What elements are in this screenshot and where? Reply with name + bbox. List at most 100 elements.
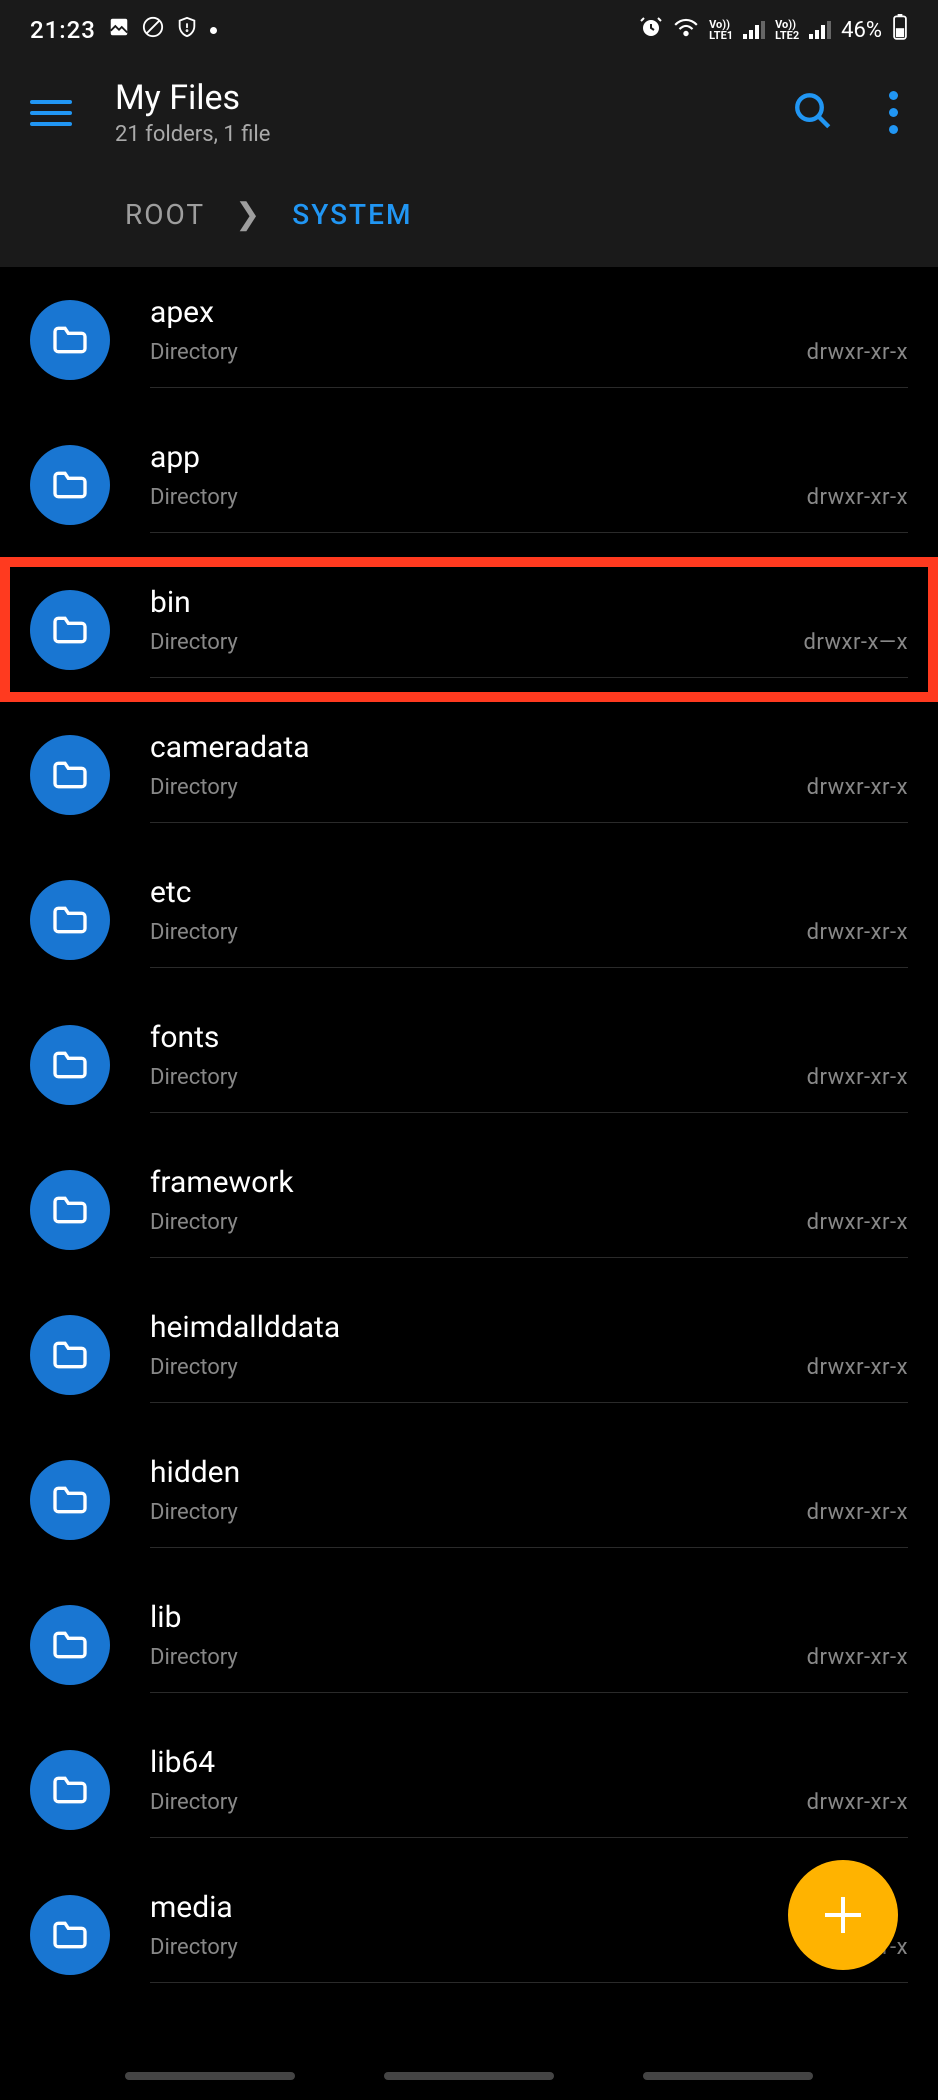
file-name: framework (150, 1165, 294, 1200)
file-info: bin Directory drwxr-x—x (150, 581, 908, 678)
folder-icon (30, 1605, 110, 1685)
dnd-icon (142, 16, 164, 44)
file-permissions: drwxr-xr-x (807, 1355, 908, 1380)
file-name: fonts (150, 1020, 219, 1055)
file-permissions: drwxr-xr-x (807, 340, 908, 365)
file-info: apex Directory drwxr-xr-x (150, 291, 908, 388)
file-info: lib64Directorydrwxr-xr-x (150, 1741, 908, 1838)
signal-icon (809, 21, 831, 39)
file-info: fonts Directory drwxr-xr-x (150, 1016, 908, 1113)
status-bar: 21:23 Vo))LTE1 Vo))LTE2 46% (0, 0, 938, 60)
page-subtitle: 21 folders, 1 file (115, 122, 792, 147)
folder-icon (30, 1170, 110, 1250)
breadcrumb: ROOT ❯ SYSTEM (0, 167, 938, 267)
signal-icon (743, 21, 765, 39)
list-item[interactable]: framework Directory drwxr-xr-x (0, 1137, 938, 1282)
search-icon[interactable] (792, 90, 834, 136)
chevron-right-icon: ❯ (235, 197, 262, 232)
file-permissions: drwxr-xr-x (807, 485, 908, 510)
list-item[interactable]: lib Directory drwxr-xr-x (0, 1572, 938, 1717)
file-name: lib (150, 1600, 181, 1635)
list-item[interactable]: cameradata Directory drwxr-xr-x (0, 702, 938, 847)
file-info: hidden Directory drwxr-xr-x (150, 1451, 908, 1548)
shield-icon (176, 16, 198, 44)
file-type: Directory (150, 920, 238, 945)
page-title: My Files (115, 78, 792, 118)
add-button[interactable] (788, 1860, 898, 1970)
file-name: app (150, 440, 200, 475)
menu-icon[interactable] (30, 88, 80, 138)
lte1-indicator: Vo))LTE1 (709, 19, 733, 41)
list-item[interactable]: etc Directory drwxr-xr-x (0, 847, 938, 992)
file-name: media (150, 1890, 233, 1925)
file-info: etc Directory drwxr-xr-x (150, 871, 908, 968)
list-item[interactable]: apex Directory drwxr-xr-x (0, 267, 938, 412)
list-item[interactable]: hidden Directory drwxr-xr-x (0, 1427, 938, 1572)
folder-icon (30, 1460, 110, 1540)
file-info: app Directory drwxr-xr-x (150, 436, 908, 533)
folder-icon (30, 590, 110, 670)
battery-percent: 46% (841, 18, 882, 43)
list-item[interactable]: fonts Directory drwxr-xr-x (0, 992, 938, 1137)
status-right: Vo))LTE1 Vo))LTE2 46% (639, 14, 908, 46)
list-item[interactable]: heimdallddata Directory drwxr-xr-x (0, 1282, 938, 1427)
notification-dot-icon (210, 27, 217, 34)
file-type: Directory (150, 485, 238, 510)
folder-icon (30, 1750, 110, 1830)
file-type: Directory (150, 1500, 238, 1525)
file-type: Directory (150, 1645, 238, 1670)
folder-icon (30, 735, 110, 815)
file-permissions: drwxr-xr-x (807, 1645, 908, 1670)
list-item[interactable]: lib64Directorydrwxr-xr-x (0, 1717, 938, 1862)
file-name: apex (150, 295, 214, 330)
header-titles: My Files 21 folders, 1 file (115, 78, 792, 147)
status-left: 21:23 (30, 16, 217, 44)
wifi-icon (673, 16, 699, 44)
file-type: Directory (150, 775, 238, 800)
file-type: Directory (150, 340, 238, 365)
breadcrumb-current[interactable]: SYSTEM (292, 198, 412, 231)
folder-icon (30, 1895, 110, 1975)
file-name: etc (150, 875, 191, 910)
nav-home[interactable] (384, 2072, 554, 2080)
file-name: hidden (150, 1455, 240, 1490)
file-type: Directory (150, 1935, 238, 1960)
file-type: Directory (150, 1790, 238, 1815)
file-permissions: drwxr-xr-x (807, 1065, 908, 1090)
file-permissions: drwxr-xr-x (807, 1210, 908, 1235)
list-item[interactable]: app Directory drwxr-xr-x (0, 412, 938, 557)
nav-recent[interactable] (125, 2072, 295, 2080)
lte2-indicator: Vo))LTE2 (775, 19, 799, 41)
list-item[interactable]: bin Directory drwxr-x—x (0, 557, 938, 702)
file-list[interactable]: apex Directory drwxr-xr-x app Directory drwxr… (0, 267, 938, 2007)
file-info: cameradata Directory drwxr-xr-x (150, 726, 908, 823)
file-type: Directory (150, 1210, 238, 1235)
alarm-icon (639, 15, 663, 45)
breadcrumb-root[interactable]: ROOT (125, 198, 205, 231)
file-info: framework Directory drwxr-xr-x (150, 1161, 908, 1258)
file-permissions: drwxr-x—x (803, 630, 908, 655)
nav-back[interactable] (643, 2072, 813, 2080)
folder-icon (30, 1025, 110, 1105)
nav-bar (0, 2060, 938, 2100)
more-icon[interactable] (889, 91, 898, 134)
file-info: heimdallddata Directory drwxr-xr-x (150, 1306, 908, 1403)
file-info: lib Directory drwxr-xr-x (150, 1596, 908, 1693)
folder-icon (30, 445, 110, 525)
file-permissions: drwxr-xr-x (807, 920, 908, 945)
file-permissions: drwxr-xr-x (807, 1500, 908, 1525)
file-type: Directory (150, 630, 238, 655)
file-type: Directory (150, 1065, 238, 1090)
battery-icon (892, 14, 908, 46)
folder-icon (30, 880, 110, 960)
file-name: cameradata (150, 730, 310, 765)
status-time: 21:23 (30, 16, 96, 44)
folder-icon (30, 300, 110, 380)
file-permissions: drwxr-xr-x (807, 775, 908, 800)
file-type: Directory (150, 1355, 238, 1380)
file-name: heimdallddata (150, 1310, 340, 1345)
folder-icon (30, 1315, 110, 1395)
header-actions (792, 90, 918, 136)
file-name: bin (150, 585, 191, 620)
image-icon (108, 16, 130, 44)
